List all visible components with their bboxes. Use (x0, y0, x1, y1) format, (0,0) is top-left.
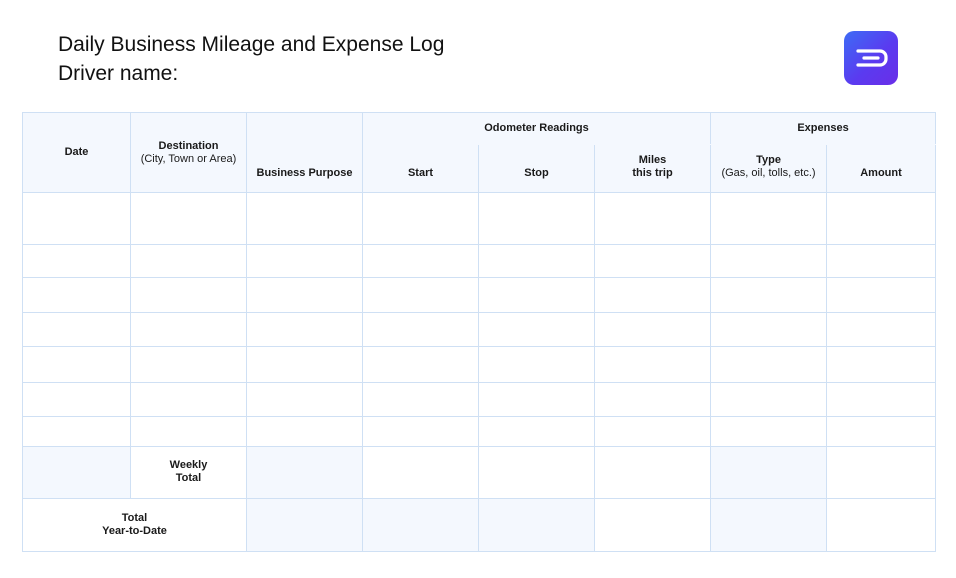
page-title: Daily Business Mileage and Expense Log D… (58, 30, 444, 88)
weekly-blank-type (710, 445, 828, 499)
brand-logo-glyph-icon (856, 49, 888, 67)
cell-destination[interactable] (130, 381, 247, 417)
header-start: Start (362, 144, 479, 194)
header-expenses: Expenses (710, 111, 937, 146)
cell-amount[interactable] (826, 346, 937, 383)
cell-stop[interactable] (478, 415, 595, 447)
cell-amount[interactable] (826, 415, 937, 447)
cell-miles[interactable] (593, 312, 712, 348)
cell-date[interactable] (22, 192, 131, 246)
ytd-total-label: Total Year-to-Date (22, 497, 247, 553)
table-row (22, 381, 937, 417)
cell-miles[interactable] (593, 415, 712, 447)
cell-destination[interactable] (130, 244, 247, 279)
weekly-start[interactable] (362, 445, 479, 499)
cell-date[interactable] (22, 277, 131, 314)
cell-date[interactable] (22, 381, 131, 417)
cell-start[interactable] (362, 312, 479, 348)
table-row (22, 192, 937, 246)
header-business-purpose: Business Purpose (246, 111, 363, 194)
cell-type[interactable] (710, 244, 828, 279)
cell-amount[interactable] (826, 381, 937, 417)
weekly-stop[interactable] (478, 445, 595, 499)
cell-stop[interactable] (478, 192, 595, 246)
cell-purpose[interactable] (246, 415, 363, 447)
cell-purpose[interactable] (246, 277, 363, 314)
cell-type[interactable] (710, 346, 828, 383)
cell-destination[interactable] (130, 346, 247, 383)
cell-purpose[interactable] (246, 192, 363, 246)
table-row (22, 277, 937, 314)
cell-stop[interactable] (478, 346, 595, 383)
ytd-miles[interactable] (593, 497, 712, 553)
cell-date[interactable] (22, 415, 131, 447)
cell-miles[interactable] (593, 277, 712, 314)
cell-amount[interactable] (826, 312, 937, 348)
mileage-expense-table: Date Destination (City, Town or Area) Bu… (22, 111, 937, 553)
weekly-blank-date (22, 445, 131, 499)
header-miles-this-trip: Miles this trip (593, 144, 712, 194)
cell-date[interactable] (22, 312, 131, 348)
weekly-total-label: Weekly Total (130, 445, 247, 499)
cell-type[interactable] (710, 312, 828, 348)
cell-purpose[interactable] (246, 244, 363, 279)
ytd-blank-stop (478, 497, 595, 553)
cell-type[interactable] (710, 381, 828, 417)
cell-type[interactable] (710, 192, 828, 246)
weekly-amount[interactable] (826, 445, 937, 499)
cell-stop[interactable] (478, 381, 595, 417)
cell-type[interactable] (710, 277, 828, 314)
ytd-blank-type (710, 497, 828, 553)
table-row (22, 415, 937, 447)
header-amount: Amount (826, 144, 937, 194)
cell-start[interactable] (362, 346, 479, 383)
header-date: Date (22, 111, 131, 194)
cell-amount[interactable] (826, 192, 937, 246)
ytd-total-row: Total Year-to-Date (22, 497, 937, 553)
weekly-miles[interactable] (593, 445, 712, 499)
cell-amount[interactable] (826, 244, 937, 279)
table-row (22, 244, 937, 279)
ytd-blank-purpose (246, 497, 363, 553)
cell-miles[interactable] (593, 346, 712, 383)
header-type: Type (Gas, oil, tolls, etc.) (710, 144, 828, 194)
cell-start[interactable] (362, 244, 479, 279)
cell-start[interactable] (362, 277, 479, 314)
header-stop: Stop (478, 144, 595, 194)
table-row (22, 346, 937, 383)
header-destination: Destination (City, Town or Area) (130, 111, 247, 194)
cell-stop[interactable] (478, 312, 595, 348)
cell-stop[interactable] (478, 244, 595, 279)
cell-destination[interactable] (130, 277, 247, 314)
cell-type[interactable] (710, 415, 828, 447)
cell-start[interactable] (362, 381, 479, 417)
cell-purpose[interactable] (246, 346, 363, 383)
cell-miles[interactable] (593, 244, 712, 279)
cell-date[interactable] (22, 346, 131, 383)
brand-logo-icon (844, 31, 898, 85)
header-odometer-readings: Odometer Readings (361, 111, 712, 146)
table-row (22, 312, 937, 348)
ytd-amount[interactable] (826, 497, 937, 553)
cell-miles[interactable] (593, 381, 712, 417)
cell-start[interactable] (362, 192, 479, 246)
driver-name-label: Driver name: (58, 62, 179, 85)
cell-date[interactable] (22, 244, 131, 279)
log-title: Daily Business Mileage and Expense Log (58, 33, 445, 56)
cell-purpose[interactable] (246, 381, 363, 417)
cell-destination[interactable] (130, 415, 247, 447)
cell-start[interactable] (362, 415, 479, 447)
cell-destination[interactable] (130, 312, 247, 348)
cell-destination[interactable] (130, 192, 247, 246)
cell-purpose[interactable] (246, 312, 363, 348)
ytd-blank-start (362, 497, 479, 553)
weekly-total-row: Weekly Total (22, 445, 937, 499)
cell-amount[interactable] (826, 277, 937, 314)
cell-miles[interactable] (593, 192, 712, 246)
cell-stop[interactable] (478, 277, 595, 314)
weekly-blank-purpose (246, 445, 363, 499)
